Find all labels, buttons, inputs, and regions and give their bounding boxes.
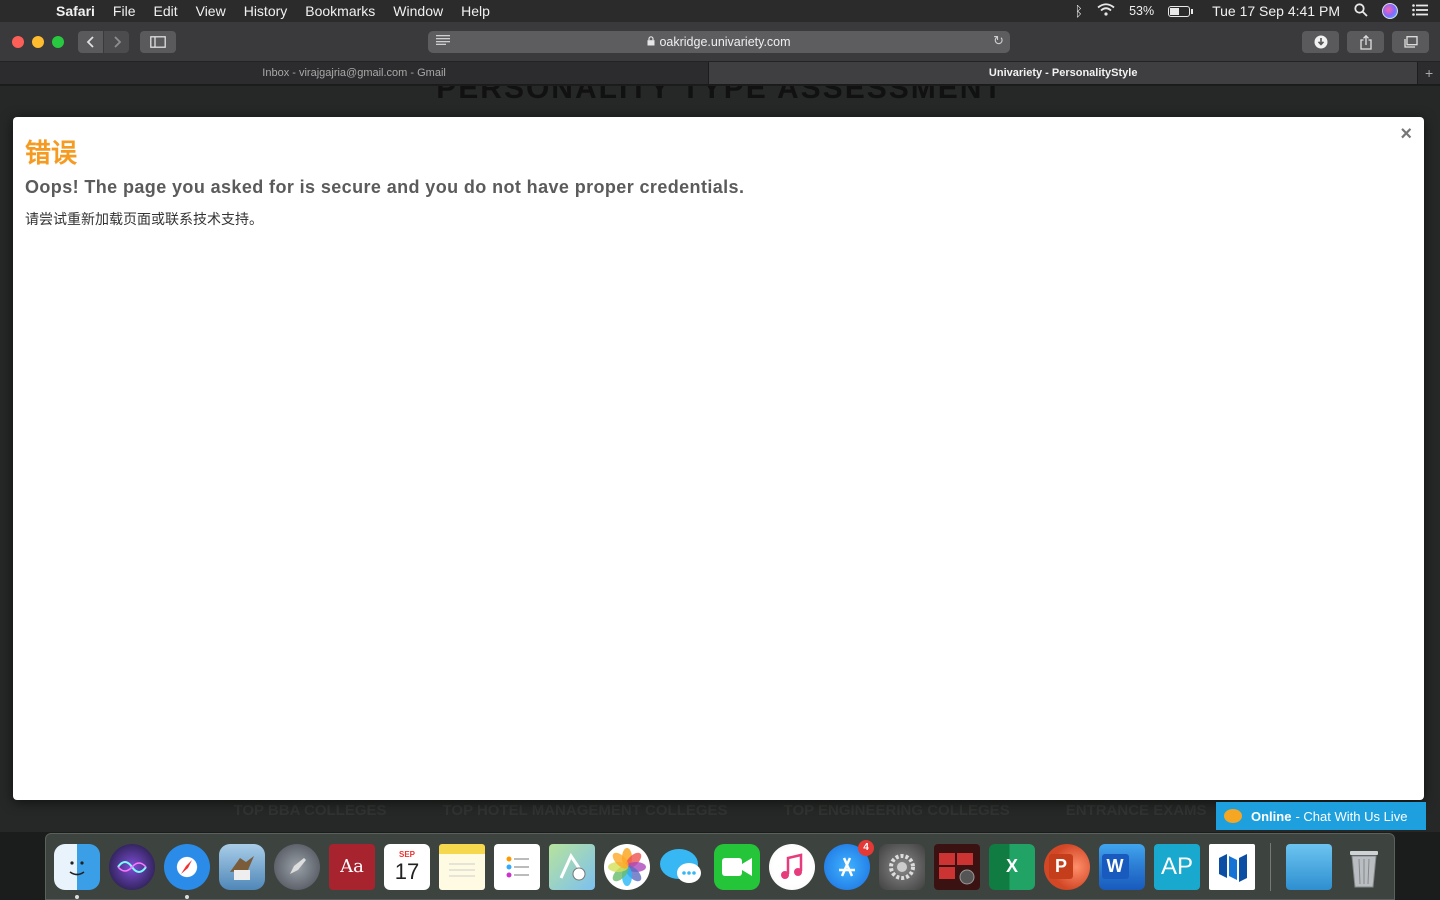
menu-help[interactable]: Help — [452, 3, 499, 19]
calendar-day: 17 — [394, 858, 420, 884]
cube-app-icon[interactable] — [1209, 843, 1255, 890]
menu-edit[interactable]: Edit — [144, 3, 186, 19]
battery-percent: 53% — [1129, 4, 1155, 18]
tab-univariety[interactable]: Univariety - PersonalityStyle — [709, 62, 1419, 84]
powerpoint-letter: P — [1048, 854, 1073, 879]
finder-icon[interactable] — [54, 843, 100, 899]
tabs-icon — [1403, 36, 1418, 48]
safari-app-icon[interactable] — [164, 843, 210, 899]
app-store-icon[interactable]: 4 — [824, 839, 874, 890]
share-icon — [1359, 34, 1372, 50]
chevron-right-icon — [113, 36, 121, 48]
tab-bar: Inbox - virajgajria@gmail.com - Gmail Un… — [0, 62, 1440, 85]
dock-separator — [1270, 842, 1271, 891]
downloads-folder-icon[interactable] — [1286, 843, 1332, 890]
notification-badge: 4 — [858, 839, 874, 856]
spotlight-search-icon[interactable] — [1354, 2, 1368, 20]
live-chat-button[interactable]: Online - Chat With Us Live — [1216, 802, 1426, 830]
dock: Aa SEP 17 4 X P W AP — [45, 833, 1395, 900]
running-indicator — [185, 894, 189, 899]
chevron-left-icon — [86, 36, 94, 48]
messages-app-icon[interactable] — [659, 844, 705, 890]
word-letter: W — [1101, 854, 1129, 879]
footer-link-hotel[interactable]: TOP HOTEL MANAGEMENT COLLEGES — [443, 802, 728, 832]
menu-file[interactable]: File — [104, 3, 145, 19]
siri-icon[interactable] — [1382, 3, 1398, 19]
music-app-icon[interactable] — [769, 843, 815, 890]
ap-app-icon[interactable]: AP — [1154, 843, 1200, 890]
running-indicator — [75, 894, 79, 899]
system-preferences-icon[interactable] — [879, 843, 925, 890]
wifi-icon[interactable] — [1097, 3, 1115, 19]
menu-bar: Safari File Edit View History Bookmarks … — [0, 0, 1440, 22]
close-modal-button[interactable]: × — [1400, 123, 1412, 146]
sidebar-toggle-button[interactable] — [140, 31, 176, 53]
minimize-window-button[interactable] — [32, 36, 44, 48]
mail-app-icon[interactable] — [219, 843, 265, 890]
powerpoint-app-icon[interactable]: P — [1044, 843, 1090, 890]
reminders-app-icon[interactable] — [494, 843, 540, 890]
footer-link-exams[interactable]: ENTRANCE EXAMS — [1066, 802, 1207, 832]
close-window-button[interactable] — [12, 36, 24, 48]
error-hint: 请尝试重新加载页面或联系技术支持。 — [25, 211, 263, 227]
clock[interactable]: Tue 17 Sep 4:41 PM — [1212, 3, 1340, 19]
tab-overview-button[interactable] — [1392, 31, 1429, 53]
excel-app-icon[interactable]: X — [989, 843, 1035, 890]
calendar-app-icon[interactable]: SEP 17 — [384, 843, 430, 890]
menu-app-safari[interactable]: Safari — [56, 3, 104, 19]
browser-toolbar: oakridge.univariety.com ↻ — [0, 22, 1440, 62]
chat-status: Online — [1251, 808, 1292, 824]
footer-link-engineering[interactable]: TOP ENGINEERING COLLEGES — [784, 802, 1010, 832]
modal-title: 错误 — [25, 138, 78, 168]
share-button[interactable] — [1347, 31, 1384, 53]
back-button[interactable] — [78, 31, 103, 53]
facetime-app-icon[interactable] — [714, 843, 760, 890]
notification-center-icon[interactable] — [1412, 3, 1428, 19]
chat-label: - Chat With Us Live — [1295, 808, 1408, 824]
error-message: Oops! The page you asked for is secure a… — [25, 177, 745, 197]
excel-letter: X — [1005, 856, 1018, 876]
url-text: oakridge.univariety.com — [659, 35, 791, 49]
downloads-button[interactable] — [1302, 31, 1339, 53]
forward-button[interactable] — [104, 31, 129, 53]
menu-history[interactable]: History — [235, 3, 297, 19]
error-modal: × 错误 Oops! The page you asked for is sec… — [13, 117, 1424, 800]
menu-view[interactable]: View — [187, 3, 235, 19]
download-icon — [1314, 35, 1327, 49]
word-app-icon[interactable]: W — [1099, 843, 1145, 890]
trash-icon[interactable] — [1341, 844, 1387, 890]
ap-label: AP — [1160, 852, 1193, 880]
menu-window[interactable]: Window — [384, 3, 452, 19]
photos-app-icon[interactable] — [604, 843, 650, 890]
lock-icon — [647, 35, 655, 49]
launchpad-icon[interactable] — [274, 843, 320, 890]
menu-bookmarks[interactable]: Bookmarks — [296, 3, 384, 19]
tab-label: Univariety - PersonalityStyle — [988, 67, 1138, 79]
notes-app-icon[interactable] — [439, 843, 485, 890]
tab-gmail[interactable]: Inbox - virajgajria@gmail.com - Gmail — [0, 62, 710, 84]
chat-bubble-icon — [1224, 809, 1242, 823]
reader-view-icon[interactable] — [436, 34, 450, 48]
footer-link-bba[interactable]: TOP BBA COLLEGES — [233, 802, 386, 832]
new-tab-button[interactable]: + — [1418, 62, 1440, 84]
sidebar-icon — [150, 36, 166, 48]
photo-booth-icon[interactable] — [934, 843, 980, 890]
siri-app-icon[interactable] — [109, 843, 155, 890]
tab-label: Inbox - virajgajria@gmail.com - Gmail — [262, 67, 446, 79]
dictionary-app-icon[interactable]: Aa — [329, 843, 375, 890]
zoom-window-button[interactable] — [52, 36, 64, 48]
reload-icon[interactable]: ↻ — [993, 33, 1004, 49]
battery-icon[interactable] — [1168, 5, 1194, 17]
maps-app-icon[interactable] — [549, 843, 595, 890]
bluetooth-icon[interactable]: ᛒ — [1075, 3, 1083, 19]
calendar-month: SEP — [398, 849, 415, 859]
address-bar[interactable]: oakridge.univariety.com ↻ — [428, 31, 1010, 53]
page-heading: PERSONALITY TYPE ASSESSMENT — [436, 86, 1004, 105]
